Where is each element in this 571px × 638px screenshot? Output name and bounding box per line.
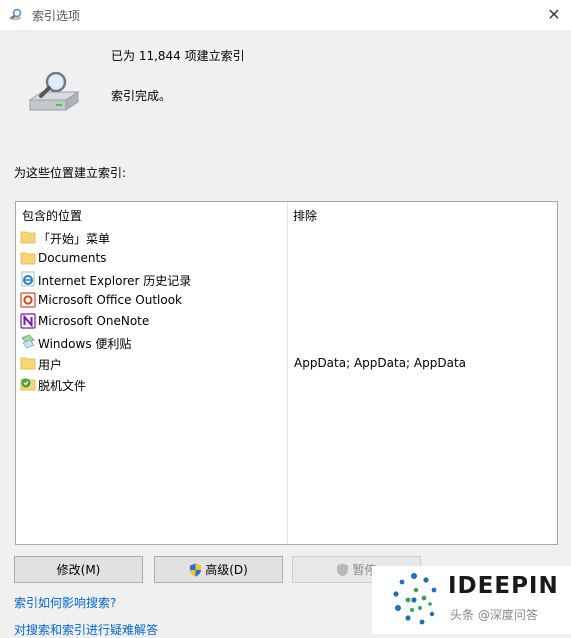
folder-icon xyxy=(20,252,36,265)
location-name: Microsoft Office Outlook xyxy=(38,293,182,307)
folder-icon xyxy=(20,231,36,244)
close-icon: ✕ xyxy=(547,5,561,24)
list-item-ie-history[interactable]: Internet Explorer 历史记录 xyxy=(20,269,550,290)
title-bar: 索引选项 ✕ xyxy=(0,0,571,30)
list-item-documents[interactable]: Documents xyxy=(20,248,550,269)
onenote-icon xyxy=(20,313,36,329)
troubleshoot-search-link[interactable]: 对搜索和索引进行疑难解答 xyxy=(14,621,158,638)
list-item-sticky-notes[interactable]: Windows 便利贴 xyxy=(20,332,550,353)
sticky-notes-icon xyxy=(21,334,35,349)
location-name: Microsoft OneNote xyxy=(38,314,150,328)
indexed-count-text: 已为 11,844 项建立索引 xyxy=(111,49,245,63)
watermark-subtext: 头条 @深度问答 xyxy=(450,608,538,622)
location-name: 脱机文件 xyxy=(38,379,87,393)
close-button[interactable]: ✕ xyxy=(537,0,571,30)
location-name: 用户 xyxy=(38,358,63,372)
offline-files-icon xyxy=(20,378,36,391)
included-locations-header: 包含的位置 xyxy=(22,209,83,223)
uac-shield-icon xyxy=(190,563,202,576)
index-options-icon xyxy=(9,8,22,21)
watermark: IDEEPIN 头条 @深度问答 xyxy=(372,566,571,634)
internet-explorer-icon xyxy=(21,271,35,287)
outlook-icon xyxy=(20,292,36,308)
watermark-logo-text: IDEEPIN xyxy=(448,573,559,599)
how-indexing-affects-search-link[interactable]: 索引如何影响搜索? xyxy=(14,594,116,611)
advanced-button-label: 高级(D) xyxy=(205,563,248,577)
list-item-start-menu[interactable]: 「开始」菜单 xyxy=(20,227,550,248)
list-item-users[interactable]: 用户 AppData; AppData; AppData xyxy=(20,353,550,374)
folder-icon xyxy=(20,357,36,370)
window-title: 索引选项 xyxy=(32,9,81,23)
indexing-drive-icon xyxy=(28,71,80,111)
locations-label: 为这些位置建立索引: xyxy=(14,166,127,180)
location-exclusions: AppData; AppData; AppData xyxy=(294,356,467,370)
modify-button-label: 修改(M) xyxy=(56,563,101,577)
location-name: Internet Explorer 历史记录 xyxy=(38,274,192,288)
list-item-offline-files[interactable]: 脱机文件 xyxy=(20,374,550,395)
location-name: Windows 便利贴 xyxy=(38,337,132,351)
indexing-status-text: 索引完成。 xyxy=(111,89,172,103)
location-name: 「开始」菜单 xyxy=(38,232,111,246)
advanced-button[interactable]: 高级(D) xyxy=(154,556,283,583)
index-locations-list[interactable]: 包含的位置 排除 「开始」菜单 Documents Internet Explo… xyxy=(15,201,558,545)
modify-button[interactable]: 修改(M) xyxy=(14,556,143,583)
location-name: Documents xyxy=(38,251,107,265)
list-item-outlook[interactable]: Microsoft Office Outlook xyxy=(20,290,550,311)
list-item-onenote[interactable]: Microsoft OneNote xyxy=(20,311,550,332)
ideepin-logo-icon xyxy=(393,573,437,625)
uac-shield-icon xyxy=(337,563,349,576)
excluded-header: 排除 xyxy=(293,209,318,223)
